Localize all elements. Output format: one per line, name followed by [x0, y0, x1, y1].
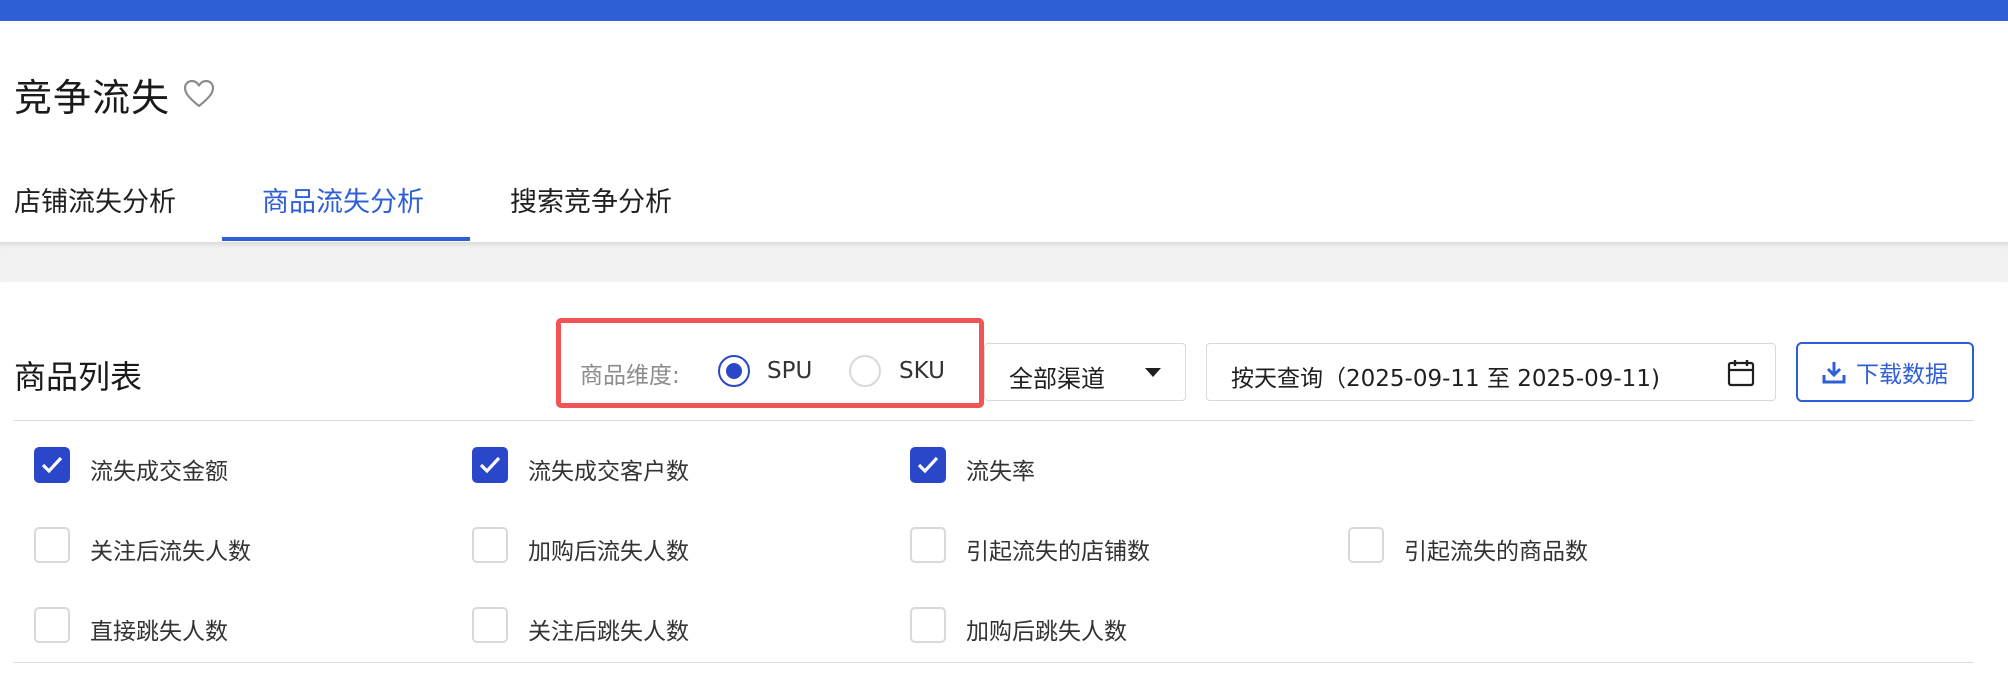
- checkbox-direct-bounce[interactable]: [34, 607, 70, 643]
- tab-search-competition[interactable]: 搜索竞争分析: [510, 180, 672, 242]
- download-label: 下载数据: [1856, 362, 1948, 388]
- metric-label[interactable]: 加购后流失人数: [528, 532, 689, 566]
- heart-icon[interactable]: [182, 77, 216, 111]
- metric-label[interactable]: 流失成交客户数: [528, 452, 689, 486]
- checkbox-lost-gmv[interactable]: [34, 447, 70, 483]
- checkbox-cart-bounce[interactable]: [910, 607, 946, 643]
- tab-store-loss[interactable]: 店铺流失分析: [14, 180, 176, 242]
- channel-select[interactable]: 全部渠道: [984, 343, 1186, 401]
- metric-label[interactable]: 关注后流失人数: [90, 532, 251, 566]
- checkbox-follow-loss[interactable]: [34, 527, 70, 563]
- caret-down-icon: [1145, 368, 1161, 377]
- radio-spu-label[interactable]: SPU: [767, 358, 812, 384]
- calendar-icon: [1727, 358, 1755, 388]
- checkbox-loss-rate[interactable]: [910, 447, 946, 483]
- toolbar-divider: [14, 420, 1974, 421]
- metric-label[interactable]: 加购后跳失人数: [966, 612, 1127, 646]
- header-divider: [0, 242, 2008, 282]
- download-data-button[interactable]: 下载数据: [1796, 342, 1974, 402]
- radio-sku[interactable]: [849, 355, 881, 387]
- date-range-picker[interactable]: 按天查询（2025-09-11 至 2025-09-11): [1206, 343, 1776, 401]
- date-range-value: 按天查询（2025-09-11 至 2025-09-11): [1231, 366, 1660, 392]
- checkbox-cart-loss[interactable]: [472, 527, 508, 563]
- tab-bar: 店铺流失分析 商品流失分析 搜索竞争分析: [0, 180, 2008, 242]
- checkbox-lost-customers[interactable]: [472, 447, 508, 483]
- channel-select-value: 全部渠道: [1009, 365, 1105, 393]
- radio-spu[interactable]: [718, 355, 750, 387]
- metric-label[interactable]: 直接跳失人数: [90, 612, 228, 646]
- download-icon: [1822, 360, 1846, 384]
- checkbox-loss-products[interactable]: [1348, 527, 1384, 563]
- page-title: 竞争流失: [14, 75, 171, 120]
- checkbox-loss-stores[interactable]: [910, 527, 946, 563]
- page-header: 竞争流失: [14, 70, 216, 120]
- metrics-divider: [14, 662, 1974, 663]
- active-tab-indicator: [222, 237, 470, 241]
- section-title: 商品列表: [14, 358, 143, 396]
- metric-label[interactable]: 流失率: [966, 452, 1035, 486]
- checkbox-follow-bounce[interactable]: [472, 607, 508, 643]
- metric-label[interactable]: 关注后跳失人数: [528, 612, 689, 646]
- tab-product-loss[interactable]: 商品流失分析: [262, 180, 424, 242]
- top-bar: [0, 0, 2008, 21]
- radio-sku-label[interactable]: SKU: [899, 358, 945, 384]
- metric-label[interactable]: 引起流失的商品数: [1404, 532, 1588, 566]
- metric-label[interactable]: 流失成交金额: [90, 452, 228, 486]
- metric-label[interactable]: 引起流失的店铺数: [966, 532, 1150, 566]
- dimension-label: 商品维度:: [580, 363, 680, 389]
